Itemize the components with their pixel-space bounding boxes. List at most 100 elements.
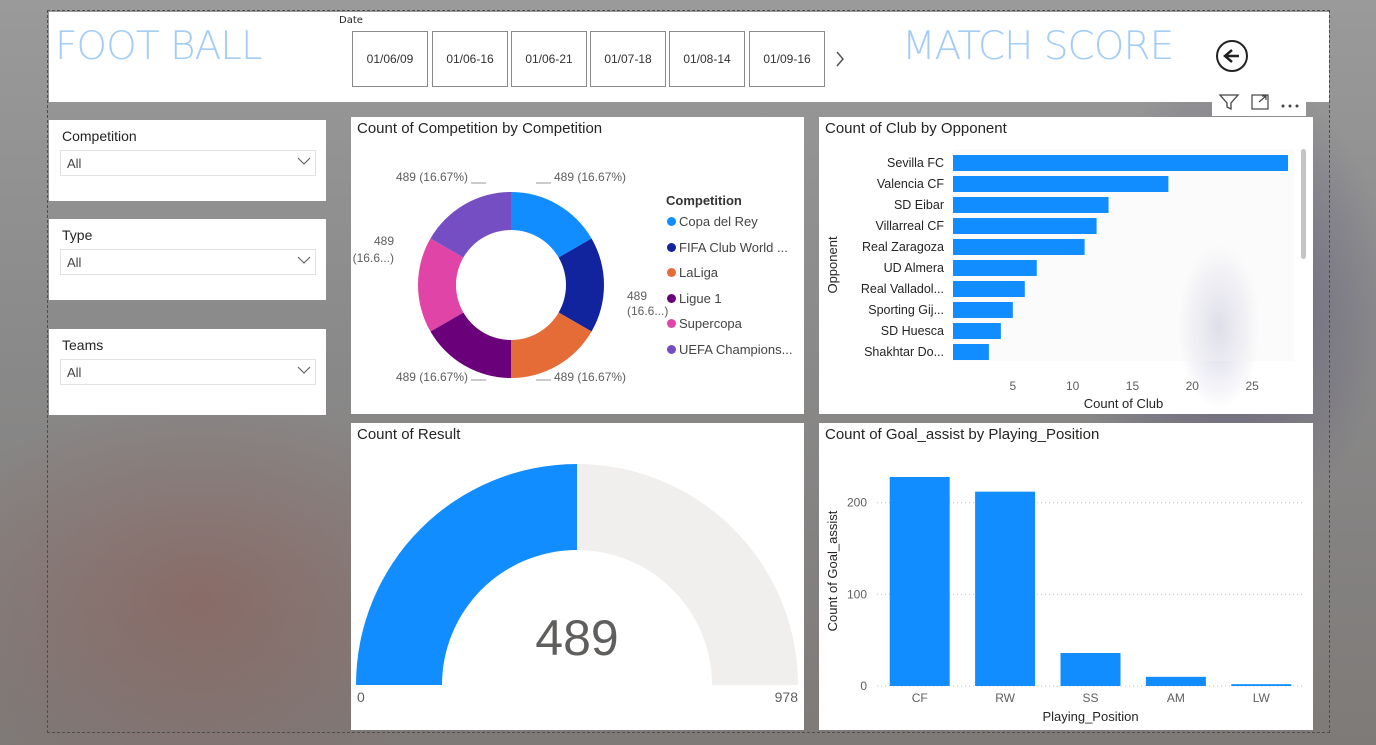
slicer-title: Competition — [62, 128, 137, 144]
slice-data-label: 489 (16.67%) — [396, 370, 468, 384]
y-tick-label: 100 — [847, 587, 867, 601]
x-axis-title: Count of Club — [1084, 396, 1164, 411]
gauge-chart: 489 0 978 — [356, 464, 799, 705]
opponent-bar — [953, 302, 1013, 318]
y-category-label: Shakhtar Do... — [864, 345, 944, 359]
position-bar — [889, 477, 950, 686]
gauge-value: 489 — [535, 610, 618, 666]
back-arrow-icon[interactable] — [1216, 40, 1248, 72]
x-tick-label: 25 — [1245, 379, 1259, 393]
slicer-type: Type All — [49, 219, 326, 300]
y-axis-title: Opponent — [825, 236, 840, 293]
y-category-label: SD Huesca — [881, 324, 944, 338]
y-category-label: Sporting Gij... — [868, 303, 944, 317]
x-category-label: AM — [1167, 691, 1185, 705]
opponent-bar — [953, 239, 1085, 255]
date-button-6[interactable]: 01/09-16 — [749, 31, 825, 87]
competition-dropdown[interactable]: All — [60, 150, 316, 176]
dropdown-caret-icon — [297, 366, 311, 374]
legend-item[interactable]: Supercopa — [667, 316, 742, 331]
opponent-bar-visual[interactable]: Count of Club by Opponent 5 10 15 20 25 Sevil… — [819, 117, 1313, 414]
y-axis-title: Count of Goal_assist — [825, 510, 840, 631]
visual-header-toolbar — [1212, 92, 1306, 116]
slicer-competition: Competition All — [49, 120, 326, 201]
slicer-title: Teams — [62, 337, 104, 353]
position-bar — [1060, 653, 1121, 686]
gauge-max-label: 978 — [775, 689, 799, 705]
y-tick-label: 0 — [860, 679, 867, 693]
opponent-bar — [953, 197, 1109, 213]
gauge-min-label: 0 — [357, 689, 365, 705]
slice-data-label: 489 — [627, 289, 647, 303]
slice-data-label: 489 (16.67%) — [396, 170, 468, 184]
page-title-right: MATCH SCORE — [902, 24, 1174, 69]
legend-dot-icon — [667, 268, 676, 277]
position-bar — [1145, 676, 1206, 686]
y-category-label: SD Eibar — [894, 198, 944, 212]
legend-dot-icon — [667, 293, 676, 303]
opponent-bar — [953, 218, 1097, 234]
legend-label: Copa del Rey — [679, 214, 758, 229]
date-button-1[interactable]: 01/06/09 — [352, 31, 428, 87]
slice-data-label: (16.6...) — [627, 304, 668, 318]
y-category-label: UD Almera — [884, 261, 944, 275]
y-category-label: Sevilla FC — [887, 156, 944, 170]
x-category-label: CF — [912, 691, 928, 705]
gauge-visual[interactable]: Count of Result 489 0 978 — [351, 423, 804, 730]
filter-icon[interactable] — [1218, 93, 1240, 115]
y-category-label: Real Valladol... — [861, 282, 944, 296]
opponent-bar — [953, 155, 1289, 171]
x-tick-label: 20 — [1186, 379, 1200, 393]
date-button-2[interactable]: 01/06-16 — [432, 31, 508, 87]
y-category-label: Villarreal CF — [875, 219, 944, 233]
legend-label: UEFA Champions... — [679, 341, 793, 357]
position-bar — [1231, 684, 1292, 686]
chevron-right-icon[interactable] — [834, 50, 846, 68]
teams-dropdown[interactable]: All — [60, 359, 316, 385]
dropdown-value: All — [67, 365, 82, 380]
x-tick-label: 5 — [1009, 379, 1016, 393]
slice-data-label: 489 (16.67%) — [554, 170, 626, 184]
date-button-5[interactable]: 01/08-14 — [669, 31, 745, 87]
dropdown-value: All — [67, 255, 82, 270]
slice-data-label: 489 (16.67%) — [554, 370, 626, 384]
page-title-left: FOOT BALL — [55, 24, 263, 69]
donut-chart-visual[interactable]: Count of Competition by Competition 489 … — [351, 117, 804, 414]
legend-item[interactable]: FIFA Club World ... — [667, 240, 788, 255]
legend-label: Ligue 1 — [679, 290, 722, 306]
goal-assist-bar-visual[interactable]: Count of Goal_assist by Playing_Position… — [819, 423, 1313, 730]
legend-item[interactable]: Ligue 1 — [667, 291, 722, 306]
legend-label: FIFA Club World ... — [679, 239, 788, 255]
type-dropdown[interactable]: All — [60, 249, 316, 275]
opponent-bar — [953, 281, 1025, 297]
x-axis-title: Playing_Position — [1042, 709, 1138, 724]
date-button-4[interactable]: 01/07-18 — [590, 31, 666, 87]
opponent-bar-chart: 5 10 15 20 25 Sevilla FC Valencia CF SD Eibar Vi… — [825, 149, 1294, 411]
x-tick-label: 15 — [1126, 379, 1140, 393]
x-category-label: RW — [995, 691, 1015, 705]
dropdown-caret-icon — [297, 157, 311, 165]
opponent-bar — [953, 344, 989, 360]
legend-item[interactable]: UEFA Champions... — [667, 342, 792, 357]
opponent-bar — [953, 323, 1001, 339]
x-category-label: SS — [1082, 691, 1098, 705]
y-category-label: Real Zaragoza — [862, 240, 944, 254]
x-category-label: LW — [1253, 691, 1271, 705]
x-tick-label: 10 — [1066, 379, 1080, 393]
slice-data-label: 489 — [374, 234, 394, 248]
slicer-teams: Teams All — [49, 329, 326, 415]
chart-scrollbar[interactable] — [1301, 149, 1306, 259]
legend-item[interactable]: Copa del Rey — [667, 214, 758, 229]
goal-assist-bar-chart: 0 100 200 CF RW SS AM LW Playing_Position Count o… — [825, 477, 1304, 724]
legend-item[interactable]: LaLiga — [667, 265, 718, 280]
focus-mode-icon[interactable] — [1250, 93, 1270, 115]
more-options-icon[interactable] — [1280, 95, 1300, 113]
slicer-title: Type — [62, 227, 93, 243]
dropdown-value: All — [67, 156, 82, 171]
legend-label: Supercopa — [679, 316, 742, 331]
legend-dot-icon — [667, 344, 676, 354]
date-button-3[interactable]: 01/06-21 — [511, 31, 587, 87]
dropdown-caret-icon — [297, 256, 311, 264]
date-slicer-label: Date — [339, 15, 363, 26]
position-bar — [975, 491, 1036, 686]
